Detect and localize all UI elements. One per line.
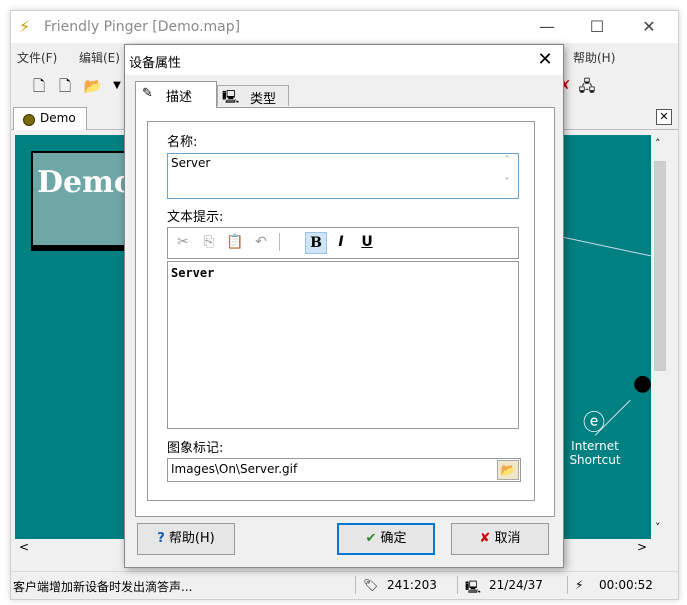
help-icon: ? — [157, 531, 165, 546]
status-counts: 21/24/37 — [489, 578, 543, 592]
menu-file[interactable]: 文件(F) — [17, 49, 57, 66]
scroll-up-arrow-icon[interactable]: ˄ — [655, 137, 661, 150]
tab-description-label: 描述 — [166, 90, 193, 105]
scroll-down-arrow-icon[interactable]: ˅ — [655, 521, 661, 534]
help-button[interactable]: ? 帮助(H) — [137, 523, 235, 555]
device-icon[interactable]: ● — [633, 371, 651, 396]
paste-icon[interactable]: 📋 — [225, 232, 245, 252]
copy-icon[interactable]: ⎘ — [199, 232, 219, 252]
name-scroll-arrows-icon[interactable]: ˄ ˅ — [499, 155, 515, 195]
tab-type[interactable]: 🖳 类型 — [217, 85, 289, 107]
image-path-value: Images\On\Server.gif — [171, 462, 298, 476]
tab-demo[interactable]: Demo — [13, 107, 87, 130]
status-divider — [457, 576, 458, 594]
lightning-icon: ⚡ — [575, 578, 584, 592]
open-folder-icon[interactable]: 📂 — [83, 77, 103, 95]
italic-button[interactable]: I — [331, 232, 351, 252]
menu-edit[interactable]: 编辑(E) — [79, 49, 120, 66]
close-button[interactable]: ✕ — [626, 11, 672, 43]
underline-button[interactable]: U — [357, 232, 377, 252]
title-bar: ⚡ Friendly Pinger [Demo.map] — ☐ ✕ — [11, 11, 678, 43]
vertical-scroll-thumb[interactable] — [654, 161, 666, 371]
tab-type-label: 类型 — [250, 92, 277, 107]
tooltip-value: Server — [171, 266, 215, 280]
check-icon: ✔ — [365, 531, 377, 546]
status-bar: 客户端增加新设备时发出滴答声... 🏷 241:203 🖳 21/24/37 ⚡… — [11, 571, 678, 598]
cancel-button-label: 取消 — [494, 531, 521, 546]
tooltip-label: 文本提示: — [167, 210, 224, 225]
cut-icon[interactable]: ✂ — [173, 232, 193, 252]
app-lightning-icon: ⚡ — [19, 17, 31, 36]
scroll-right-arrow-icon[interactable]: > — [637, 540, 647, 554]
name-input[interactable] — [167, 153, 519, 199]
tab-description[interactable]: ✎ 描述 — [135, 81, 217, 108]
undo-icon[interactable]: ↶ — [251, 232, 271, 252]
dialog-close-button[interactable]: ✕ — [533, 48, 557, 72]
device-properties-dialog: 设备属性 ✕ ✎ 描述 🖳 类型 名称: Server ˄ ˅ 文本提示: ✂ ⎘… — [124, 44, 564, 568]
map-connection-line — [554, 235, 651, 259]
status-divider — [355, 576, 356, 594]
status-divider — [567, 576, 568, 594]
name-value: Server — [171, 156, 211, 170]
network-icon[interactable]: 🖧 — [577, 77, 597, 95]
help-button-label: 帮助(H) — [168, 531, 215, 546]
internet-explorer-icon[interactable]: ⓔ — [583, 405, 605, 437]
internet-shortcut-label: Internet Shortcut — [569, 439, 621, 467]
computer-icon: 🖳 — [465, 580, 482, 594]
cancel-button[interactable]: ✘ 取消 — [451, 523, 549, 555]
dialog-title-bar: 设备属性 ✕ — [125, 45, 563, 75]
ok-button[interactable]: ✔ 确定 — [337, 523, 435, 555]
tag-icon: 🏷 — [363, 578, 379, 592]
menu-help[interactable]: 帮助(H) — [573, 49, 615, 66]
bold-button[interactable]: B — [305, 232, 327, 254]
image-label: 图象标记: — [167, 441, 224, 456]
minimize-button[interactable]: — — [524, 11, 570, 43]
name-label: 名称: — [167, 135, 198, 150]
status-timer: 00:00:52 — [599, 578, 653, 592]
map-title-text: Demo — [37, 165, 134, 200]
close-document-button[interactable]: ✕ — [656, 109, 672, 125]
new-map-icon[interactable]: 🗋 — [29, 77, 49, 95]
browse-folder-icon[interactable]: 📂 — [497, 460, 519, 480]
status-coords: 241:203 — [387, 578, 437, 592]
status-message: 客户端增加新设备时发出滴答声... — [13, 580, 193, 594]
toolbar-divider — [279, 233, 280, 251]
cross-icon: ✘ — [479, 531, 491, 546]
new-document-icon[interactable]: 🗋 — [55, 77, 75, 95]
pencil-doc-icon: ✎ — [142, 86, 153, 101]
ok-button-label: 确定 — [380, 531, 407, 546]
tab-demo-label: Demo — [40, 111, 76, 125]
window-title: Friendly Pinger [Demo.map] — [44, 19, 241, 35]
maximize-button[interactable]: ☐ — [574, 11, 620, 43]
dialog-title: 设备属性 — [129, 56, 182, 71]
scroll-left-arrow-icon[interactable]: < — [19, 540, 29, 554]
tooltip-textarea[interactable] — [167, 261, 519, 429]
map-status-dot-icon — [23, 114, 35, 126]
